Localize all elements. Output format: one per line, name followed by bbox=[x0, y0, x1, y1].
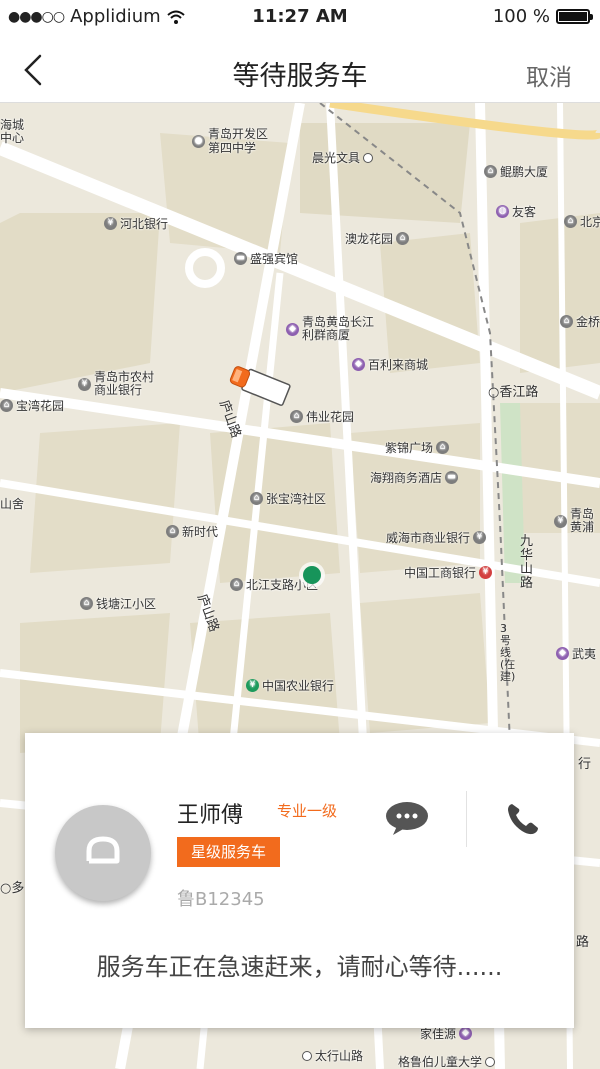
building-icon: ⌂ bbox=[230, 578, 243, 591]
poi-building[interactable]: ⌂ 北京 bbox=[564, 213, 600, 230]
road-label: ○香江路 bbox=[488, 385, 539, 400]
navigation-bar: 等待服务车 取消 bbox=[0, 36, 600, 103]
status-message: 服务车正在急速赶来，请耐心等待...... bbox=[96, 953, 503, 981]
driver-card: 王师傅 专业一级 星级服务车 鲁B12345 服务车正在急速赶来，请耐心等待..… bbox=[25, 733, 574, 1028]
poi-bank[interactable]: 中国工商银行 ¥ bbox=[404, 564, 493, 581]
logo-icon bbox=[86, 836, 120, 864]
bank-icon: ¥ bbox=[554, 514, 567, 528]
poi-building[interactable]: ⌂ 金桥 bbox=[560, 313, 600, 330]
poi-shop[interactable]: ◍ 友客 bbox=[496, 203, 536, 220]
building-icon: ⌂ bbox=[560, 315, 573, 328]
hotel-icon: ▬ bbox=[234, 252, 247, 265]
mall-icon: ◆ bbox=[352, 358, 365, 371]
bank-icon: ¥ bbox=[246, 679, 259, 692]
road-label: 行 bbox=[578, 757, 592, 772]
call-button[interactable] bbox=[505, 801, 541, 837]
poi-mall[interactable]: ◆ 青岛黄岛长江 利群商厦 bbox=[286, 316, 374, 342]
license-plate: 鲁B12345 bbox=[177, 889, 265, 910]
poi-bank[interactable]: ¥ 河北银行 bbox=[104, 215, 168, 232]
bank-icon: ¥ bbox=[104, 217, 117, 230]
chat-bubble-icon bbox=[386, 802, 428, 835]
road-label: ○多 bbox=[0, 881, 25, 896]
phone-icon bbox=[508, 804, 538, 835]
status-bar: ●●●○○ Applidium 11:27 AM 100 % bbox=[0, 0, 600, 36]
bank-icon: ¥ bbox=[78, 377, 91, 391]
battery-icon bbox=[556, 9, 593, 24]
dot-icon bbox=[485, 1056, 496, 1067]
poi-label[interactable]: 山舍 bbox=[0, 495, 24, 512]
poi-building[interactable]: ⌂ 钱塘江小区 bbox=[80, 595, 156, 612]
divider bbox=[466, 791, 467, 847]
poi-school[interactable]: ● 青岛开发区 第四中学 bbox=[192, 127, 268, 155]
poi-stationery[interactable]: 晨光文具 bbox=[312, 149, 374, 166]
avatar bbox=[55, 805, 151, 901]
dot-icon bbox=[363, 152, 374, 163]
poi-bank[interactable]: ¥ 青岛 黄浦 bbox=[554, 508, 594, 534]
poi-building[interactable]: ⌂ 新时代 bbox=[166, 523, 218, 540]
school-icon: ● bbox=[192, 134, 205, 148]
building-icon: ⌂ bbox=[290, 410, 303, 423]
page-title: 等待服务车 bbox=[232, 61, 368, 92]
shop-icon: ◍ bbox=[496, 205, 509, 218]
service-badge: 星级服务车 bbox=[177, 837, 281, 867]
driver-name: 王师傅 bbox=[177, 803, 244, 828]
road-label: 3号线(在建) bbox=[500, 622, 516, 683]
circle-icon: ○ bbox=[0, 881, 12, 896]
poi-building[interactable]: ⌂ 伟业花园 bbox=[290, 408, 354, 425]
bank-icon: ¥ bbox=[473, 531, 487, 544]
location-marker bbox=[299, 562, 325, 588]
poi-building[interactable]: ⌂ 鲲鹏大厦 bbox=[484, 163, 548, 180]
cancel-button[interactable]: 取消 bbox=[526, 58, 572, 92]
poi-building[interactable]: ⌂ 张宝湾社区 bbox=[250, 490, 326, 507]
driver-level: 专业一级 bbox=[277, 802, 338, 820]
building-icon: ⌂ bbox=[0, 399, 13, 412]
poi-building[interactable]: ⌂ 宝湾花园 bbox=[0, 397, 64, 414]
message-button[interactable] bbox=[385, 801, 429, 837]
poi-bank[interactable]: 威海市商业银行 ¥ bbox=[386, 529, 487, 546]
dot-icon bbox=[302, 1050, 312, 1061]
building-icon: ⌂ bbox=[396, 232, 410, 245]
poi-building[interactable]: 澳龙花园 ⌂ bbox=[345, 230, 410, 247]
poi-road[interactable]: 太行山路 bbox=[302, 1047, 363, 1064]
battery-percent: 100 % bbox=[492, 6, 550, 27]
mall-icon: ◆ bbox=[556, 647, 569, 660]
road-label: 路 bbox=[576, 935, 590, 950]
mall-icon: ◆ bbox=[286, 322, 299, 336]
poi-hotel[interactable]: ▬ 盛强宾馆 bbox=[234, 250, 298, 267]
building-icon: ⌂ bbox=[250, 492, 263, 505]
poi-bank[interactable]: ¥ 青岛市农村 商业银行 bbox=[78, 371, 154, 397]
poi-mall[interactable]: ◆ 武夷 bbox=[556, 645, 596, 662]
road-label: 九华山路 bbox=[520, 534, 534, 591]
hotel-icon: ▬ bbox=[445, 471, 459, 484]
building-icon: ⌂ bbox=[484, 165, 497, 178]
building-icon: ⌂ bbox=[80, 597, 93, 610]
bank-icon: ¥ bbox=[479, 566, 493, 579]
building-icon: ⌂ bbox=[166, 525, 179, 538]
poi-school[interactable]: 格鲁伯儿童大学 bbox=[398, 1053, 496, 1069]
poi-hotel[interactable]: 海翔商务酒店 ▬ bbox=[370, 469, 459, 486]
poi-building[interactable]: 紫锦广场 ⌂ bbox=[385, 439, 450, 456]
building-icon: ⌂ bbox=[564, 215, 577, 228]
building-icon: ⌂ bbox=[436, 441, 450, 454]
poi-bank[interactable]: ¥ 中国农业银行 bbox=[246, 677, 334, 694]
circle-icon: ○ bbox=[488, 385, 500, 400]
poi-label[interactable]: 海城 中心 bbox=[0, 119, 24, 145]
poi-mall[interactable]: ◆ 百利来商城 bbox=[352, 356, 428, 373]
mall-icon: ◆ bbox=[459, 1027, 473, 1040]
battery-info: 100 % bbox=[492, 6, 593, 27]
